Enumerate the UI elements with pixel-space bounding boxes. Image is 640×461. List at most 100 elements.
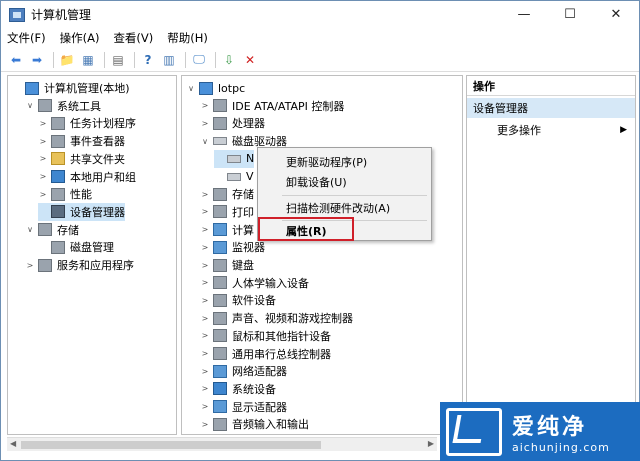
device-tree-item[interactable]: > 通用串行总线控制器: [200, 345, 331, 363]
expand-chevron-icon[interactable]: >: [200, 331, 210, 340]
collapse-chevron-icon[interactable]: ∨: [186, 84, 196, 93]
sound-icon: [213, 311, 227, 325]
window-title: 计算机管理: [31, 8, 92, 22]
device-tree-item[interactable]: > 系统设备: [200, 380, 276, 398]
back-icon[interactable]: ⬅: [7, 51, 25, 69]
console-tree-item[interactable]: > 性能: [38, 185, 92, 203]
tree-item-label: 本地用户和组: [70, 170, 136, 184]
expand-chevron-icon[interactable]: >: [38, 154, 48, 163]
device-tree-item[interactable]: > 存储: [200, 185, 254, 203]
expand-chevron-icon[interactable]: >: [200, 420, 210, 429]
audio-io-icon: [213, 417, 227, 431]
expand-chevron-icon[interactable]: >: [200, 243, 210, 252]
collapse-chevron-icon[interactable]: ∨: [25, 101, 35, 110]
expand-chevron-icon[interactable]: >: [38, 137, 48, 146]
scrollbar-thumb[interactable]: [21, 441, 321, 449]
services-icon: [38, 258, 52, 272]
expand-chevron-icon[interactable]: >: [200, 367, 210, 376]
collapse-chevron-icon[interactable]: ∨: [200, 137, 210, 146]
expand-chevron-icon[interactable]: >: [38, 172, 48, 181]
device-tree-item[interactable]: V: [214, 168, 254, 186]
device-tree-item[interactable]: > 键盘: [200, 256, 254, 274]
console-tree-item[interactable]: > 任务计划程序: [38, 114, 136, 132]
update-driver-icon[interactable]: ⇩: [220, 51, 238, 69]
device-tree-item[interactable]: > 鼠标和其他指针设备: [200, 327, 331, 345]
expand-chevron-icon[interactable]: >: [200, 314, 210, 323]
computer-management-window: 计算机管理 — ☐ ✕ 文件(F) 操作(A) 查看(V) 帮助(H) ⬅ ➡ …: [0, 0, 640, 461]
device-tree-item[interactable]: > 声音、视频和游戏控制器: [200, 309, 353, 327]
expand-chevron-icon[interactable]: >: [200, 225, 210, 234]
menu-separator: [282, 195, 427, 196]
device-tree-item[interactable]: > 软件设备: [200, 291, 276, 309]
console-tree-item[interactable]: > 服务和应用程序: [25, 256, 134, 274]
expand-chevron-icon[interactable]: >: [200, 101, 210, 110]
keyboard-icon: [213, 258, 227, 272]
up-icon[interactable]: 📁: [58, 51, 76, 69]
expand-chevron-icon[interactable]: >: [25, 261, 35, 270]
minimize-button[interactable]: —: [501, 1, 547, 28]
device-tree-item[interactable]: > 显示适配器: [200, 398, 287, 416]
console-tree-item[interactable]: ∨ 存储: [25, 221, 79, 239]
help-icon[interactable]: ?: [139, 51, 157, 69]
system-device-icon: [213, 382, 227, 396]
expand-chevron-icon[interactable]: >: [200, 119, 210, 128]
close-button[interactable]: ✕: [593, 1, 639, 28]
tree-item-label: 音频输入和输出: [232, 418, 309, 432]
scroll-left-icon[interactable]: ◀: [10, 439, 16, 448]
console-tree-item[interactable]: > 事件查看器: [38, 132, 125, 150]
monitor-icon[interactable]: 🖵: [190, 51, 208, 69]
device-tree-item[interactable]: > 监视器: [200, 238, 265, 256]
horizontal-scrollbar[interactable]: ◀ ▶: [7, 437, 437, 451]
expand-chevron-icon[interactable]: >: [200, 190, 210, 199]
collapse-chevron-icon[interactable]: ∨: [25, 225, 35, 234]
tree-item-label: 监视器: [232, 241, 265, 255]
menu-item-scan-hardware[interactable]: 扫描检测硬件改动(A): [258, 198, 431, 218]
device-tree-item[interactable]: > 音频输入和输出: [200, 415, 309, 433]
expand-chevron-icon[interactable]: >: [200, 402, 210, 411]
device-tree-item[interactable]: > IDE ATA/ATAPI 控制器: [200, 97, 344, 115]
expand-chevron-icon[interactable]: >: [200, 278, 210, 287]
console-tree-item[interactable]: 计算机管理(本地): [12, 79, 130, 97]
maximize-button[interactable]: ☐: [547, 1, 593, 28]
expand-chevron-icon[interactable]: >: [200, 349, 210, 358]
device-tree-item[interactable]: > 人体学输入设备: [200, 274, 309, 292]
expand-chevron-icon[interactable]: >: [200, 207, 210, 216]
tree-item-label: N: [246, 152, 255, 166]
more-actions-item[interactable]: 更多操作 ▶: [467, 120, 635, 140]
show-hide-tree-icon[interactable]: ▦: [79, 51, 97, 69]
display-adapter-icon: [213, 400, 227, 414]
tree-item-label: 软件设备: [232, 294, 276, 308]
expand-chevron-icon[interactable]: >: [38, 190, 48, 199]
menu-help[interactable]: 帮助(H): [167, 30, 208, 46]
menu-bar: 文件(F) 操作(A) 查看(V) 帮助(H): [1, 28, 639, 48]
device-tree-item[interactable]: > 打印: [200, 203, 254, 221]
menu-view[interactable]: 查看(V): [113, 30, 153, 46]
menu-file[interactable]: 文件(F): [7, 30, 46, 46]
forward-icon[interactable]: ➡: [28, 51, 46, 69]
device-tree-item[interactable]: > 网络适配器: [200, 362, 287, 380]
view-icon[interactable]: ▥: [160, 51, 178, 69]
scroll-right-icon[interactable]: ▶: [428, 439, 434, 448]
console-tree-item[interactable]: 磁盘管理: [38, 238, 114, 256]
properties-icon[interactable]: ▤: [109, 51, 127, 69]
device-tree-item[interactable]: > 处理器: [200, 114, 265, 132]
tree-item-label: lotpc: [218, 81, 246, 95]
expand-chevron-icon[interactable]: >: [38, 119, 48, 128]
menu-item-update-driver[interactable]: 更新驱动程序(P): [258, 152, 431, 172]
console-tree-item[interactable]: > 本地用户和组: [38, 168, 136, 186]
actions-header: 操作: [467, 76, 635, 96]
device-tree-item[interactable]: N: [214, 149, 255, 168]
expand-chevron-icon[interactable]: >: [200, 296, 210, 305]
console-tree-item[interactable]: > 共享文件夹: [38, 150, 125, 168]
expand-chevron-icon[interactable]: >: [200, 261, 210, 270]
device-tree-item[interactable]: ∨ lotpc: [186, 79, 245, 97]
expand-chevron-icon[interactable]: >: [200, 384, 210, 393]
device-tree-item[interactable]: > 计算: [200, 221, 254, 239]
actions-section-device-manager[interactable]: 设备管理器: [467, 98, 635, 118]
delete-icon[interactable]: ✕: [241, 51, 259, 69]
console-tree-item[interactable]: 设备管理器: [38, 202, 125, 221]
console-tree-item[interactable]: ∨ 系统工具: [25, 97, 101, 115]
menu-action[interactable]: 操作(A): [60, 30, 100, 46]
computer-category-icon: [213, 223, 227, 237]
menu-item-uninstall-device[interactable]: 卸载设备(U): [258, 172, 431, 192]
